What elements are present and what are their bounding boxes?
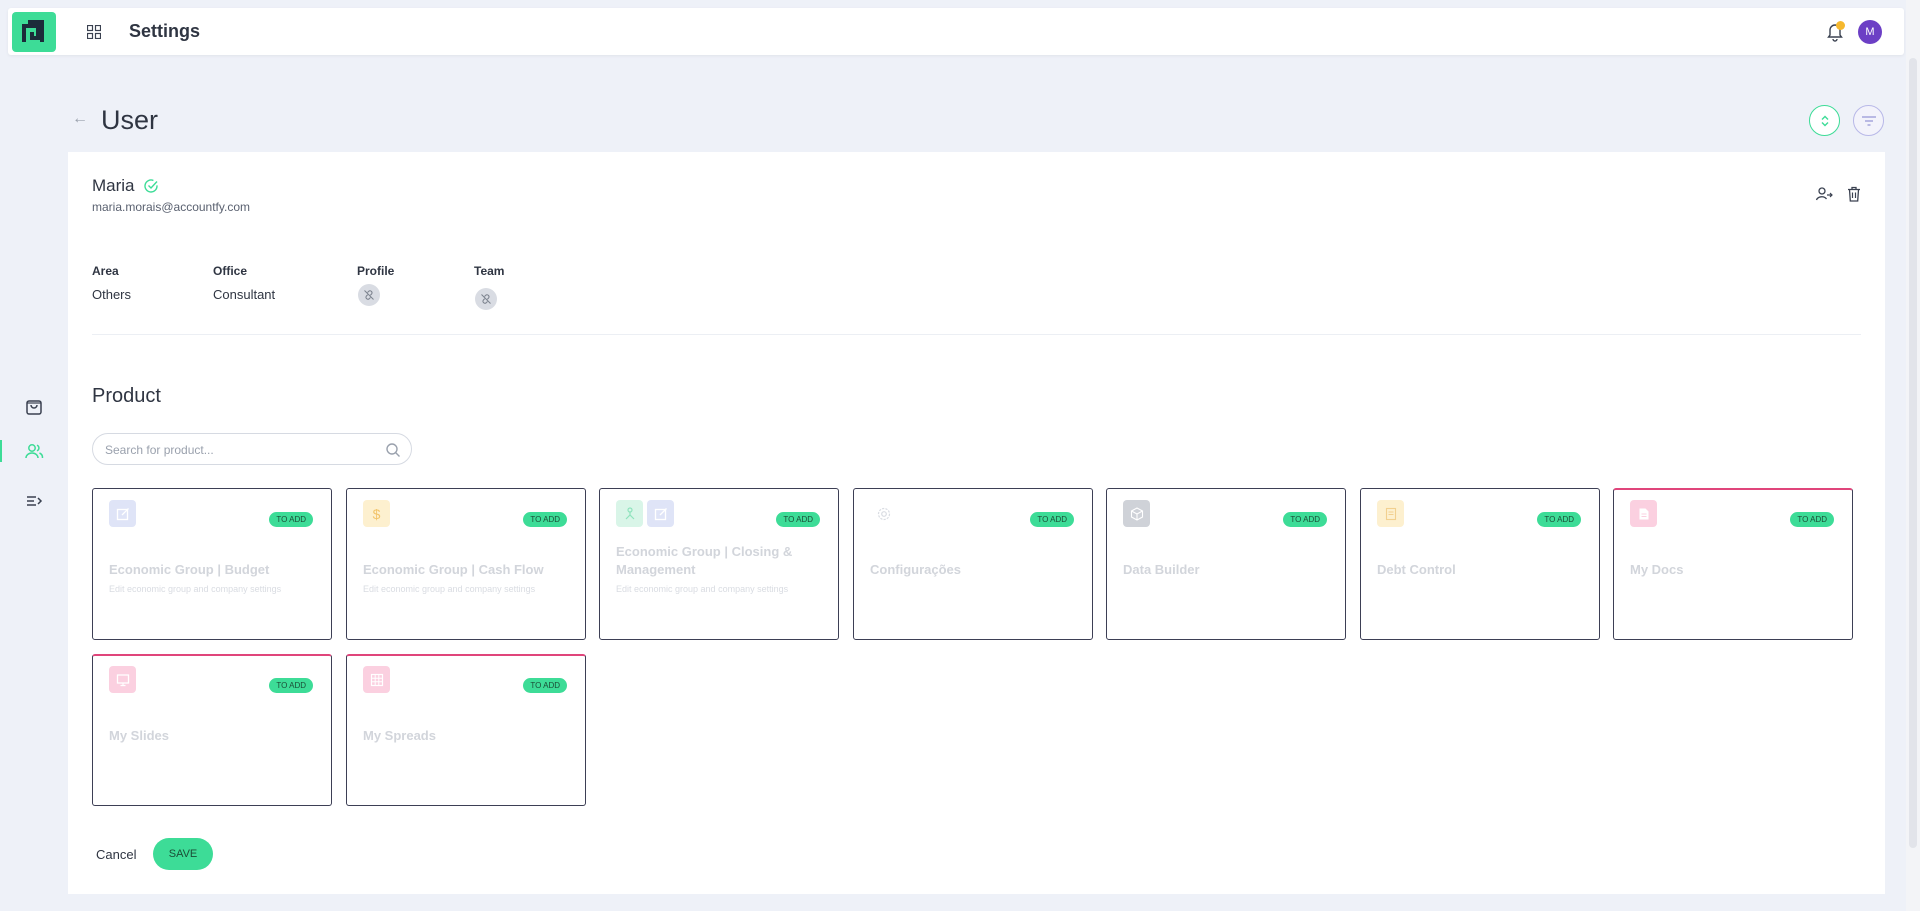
to-add-badge: TO ADD bbox=[776, 512, 820, 527]
sidebar-active-indicator bbox=[0, 440, 2, 462]
product-name: Configurações bbox=[870, 562, 962, 577]
user-switch-icon[interactable] bbox=[1815, 185, 1833, 203]
to-add-badge: TO ADD bbox=[269, 678, 313, 693]
back-arrow-icon[interactable]: ← bbox=[72, 110, 88, 128]
filter-icon bbox=[1861, 115, 1876, 126]
sidebar-item-users[interactable] bbox=[24, 441, 44, 461]
link-off-icon bbox=[364, 290, 374, 300]
dollar-icon: $ bbox=[363, 500, 390, 527]
page-title: User bbox=[101, 105, 159, 135]
product-name: Economic Group | Budget bbox=[109, 562, 270, 577]
sort-button[interactable] bbox=[1809, 105, 1840, 136]
product-name: My Docs bbox=[1630, 562, 1684, 577]
product-description: Edit economic group and company settings bbox=[616, 584, 789, 594]
avatar[interactable]: M bbox=[1858, 20, 1882, 44]
product-name: My Spreads bbox=[363, 728, 436, 743]
cancel-button[interactable]: Cancel bbox=[96, 847, 136, 862]
area-label: Area bbox=[92, 264, 119, 278]
product-card-budget[interactable]: TO ADD Economic Group | Budget Edit econ… bbox=[92, 488, 332, 640]
product-card-debt-control[interactable]: TO ADD Debt Control bbox=[1360, 488, 1600, 640]
user-detail-card: Maria maria.morais@accountfy.com Area Ot… bbox=[68, 152, 1885, 894]
to-add-badge: TO ADD bbox=[1537, 512, 1581, 527]
scrollbar-thumb[interactable] bbox=[1909, 58, 1917, 848]
to-add-badge: TO ADD bbox=[523, 678, 567, 693]
logo-mark-icon bbox=[22, 20, 44, 42]
notification-dot bbox=[1836, 21, 1845, 30]
bag-icon bbox=[26, 400, 42, 415]
product-card-configuracoes[interactable]: TO ADD Configurações bbox=[853, 488, 1093, 640]
product-card-data-builder[interactable]: TO ADD Data Builder bbox=[1106, 488, 1346, 640]
to-add-badge: TO ADD bbox=[1790, 512, 1834, 527]
slides-icon bbox=[109, 666, 136, 693]
cube-icon bbox=[1123, 500, 1150, 527]
user-email: maria.morais@accountfy.com bbox=[92, 200, 251, 214]
product-name: My Slides bbox=[109, 728, 169, 743]
product-card-my-slides[interactable]: TO ADD My Slides bbox=[92, 654, 332, 806]
trash-icon[interactable] bbox=[1845, 185, 1863, 203]
gear-icon bbox=[870, 500, 897, 527]
team-label: Team bbox=[474, 264, 505, 278]
product-description: Edit economic group and company settings bbox=[109, 584, 282, 594]
hierarchy-icon bbox=[616, 500, 643, 527]
product-name: Data Builder bbox=[1123, 562, 1200, 577]
link-off-icon bbox=[481, 294, 491, 304]
apps-grid-icon[interactable] bbox=[85, 23, 103, 41]
doc-icon bbox=[1630, 500, 1657, 527]
sort-arrows-icon bbox=[1821, 115, 1828, 126]
edit-icon bbox=[109, 500, 136, 527]
product-name: Debt Control bbox=[1377, 562, 1456, 577]
product-name: Economic Group | Cash Flow bbox=[363, 562, 544, 577]
to-add-badge: TO ADD bbox=[523, 512, 567, 527]
area-value: Others bbox=[92, 287, 132, 302]
product-card-cash-flow[interactable]: $ TO ADD Economic Group | Cash Flow Edit… bbox=[346, 488, 586, 640]
product-card-my-spreads[interactable]: TO ADD My Spreads bbox=[346, 654, 586, 806]
verified-check-icon bbox=[143, 179, 158, 193]
section-divider bbox=[92, 334, 1861, 335]
sidebar-item-products[interactable] bbox=[24, 396, 44, 416]
sidebar-item-collapse[interactable] bbox=[24, 491, 44, 511]
to-add-badge: TO ADD bbox=[1030, 512, 1074, 527]
app-title: Settings bbox=[129, 21, 201, 41]
product-section-title: Product bbox=[92, 385, 161, 407]
user-name: Maria bbox=[92, 176, 135, 195]
filter-button[interactable] bbox=[1853, 105, 1884, 136]
edit-icon bbox=[647, 500, 674, 527]
top-bar: Settings M bbox=[8, 8, 1904, 55]
product-description: Edit economic group and company settings bbox=[363, 584, 536, 594]
to-add-badge: TO ADD bbox=[1283, 512, 1327, 527]
users-icon bbox=[25, 444, 44, 459]
receipt-icon bbox=[1377, 500, 1404, 527]
list-collapse-icon bbox=[27, 496, 43, 506]
profile-label: Profile bbox=[357, 264, 395, 278]
app-logo[interactable] bbox=[12, 12, 56, 52]
office-label: Office bbox=[213, 264, 248, 278]
product-search bbox=[92, 433, 412, 465]
product-search-input[interactable] bbox=[105, 440, 375, 460]
grid-icon bbox=[363, 666, 390, 693]
team-unlinked-chip[interactable] bbox=[475, 288, 497, 310]
product-card-closing-management[interactable]: TO ADD Economic Group | Closing & Manage… bbox=[599, 488, 839, 640]
office-value: Consultant bbox=[213, 287, 276, 302]
save-button[interactable]: SAVE bbox=[153, 838, 213, 870]
search-icon[interactable] bbox=[385, 442, 401, 458]
to-add-badge: TO ADD bbox=[269, 512, 313, 527]
user-name-row: Maria bbox=[92, 176, 159, 196]
product-name: Economic Group | Closing & Management bbox=[616, 544, 793, 577]
product-card-my-docs[interactable]: TO ADD My Docs bbox=[1613, 488, 1853, 640]
notification-bell-icon[interactable] bbox=[1824, 20, 1846, 42]
profile-unlinked-chip[interactable] bbox=[358, 284, 380, 306]
